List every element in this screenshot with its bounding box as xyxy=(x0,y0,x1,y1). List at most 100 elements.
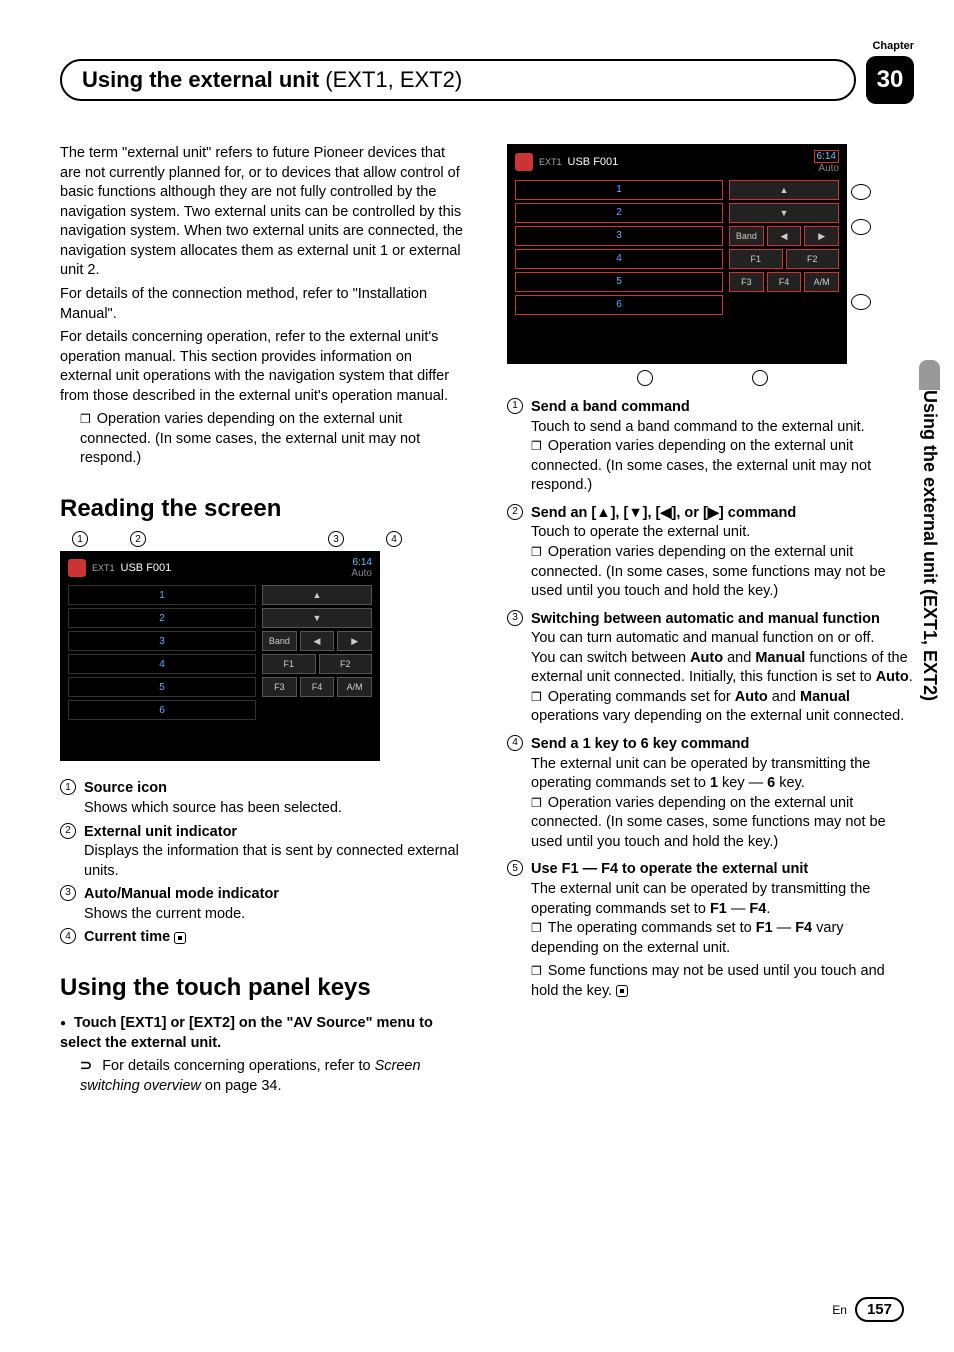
up-button-2[interactable]: ▲ xyxy=(729,180,839,200)
mode-display: Auto xyxy=(351,568,372,579)
f1-button-2[interactable]: F1 xyxy=(729,249,783,269)
f4-text: F4 xyxy=(749,901,766,917)
right-button-2[interactable]: ▶ xyxy=(804,226,839,246)
t4-title: Send a 1 key to 6 key command xyxy=(531,736,749,752)
callout-2: 2 xyxy=(130,531,146,547)
screenshot-2: EXT1 USB F001 6:14 Auto 1 2 3 4 5 xyxy=(507,144,847,364)
read-item-1: 1 Source iconShows which source has been… xyxy=(60,779,467,818)
t3n-b: operations vary depending on the externa… xyxy=(531,708,904,724)
key-6[interactable]: 6 xyxy=(68,700,256,720)
oper-text: For details concerning operation, refer … xyxy=(60,328,467,406)
f4-button-2[interactable]: F4 xyxy=(767,272,802,292)
ext-label-2: EXT1 xyxy=(539,156,562,168)
item1-desc: Shows which source has been selected. xyxy=(84,800,342,816)
read-item-4: 4 Current time xyxy=(60,928,467,948)
callout-top: 1 2 3 4 xyxy=(72,531,404,547)
lang-label: En xyxy=(832,1303,847,1317)
screenshot-1: EXT1 USB F001 6:14 Auto 1 2 3 4 5 xyxy=(60,551,380,761)
heading-reading: Reading the screen xyxy=(60,493,467,525)
source-icon-2 xyxy=(515,153,533,171)
callout-4: 4 xyxy=(386,531,402,547)
t2-note: Operation varies depending on the extern… xyxy=(531,543,914,602)
intro-text: The term "external unit" refers to futur… xyxy=(60,144,467,281)
chapter-number: 30 xyxy=(866,56,914,104)
auto-2: Auto xyxy=(876,669,909,685)
touch-item-5: 5 Use F1 — F4 to operate the external un… xyxy=(507,860,914,1005)
touch-item-3: 3 Switching between automatic and manual… xyxy=(507,610,914,731)
time-display-2: 6:14 xyxy=(814,150,839,163)
auto-1: Auto xyxy=(690,650,723,666)
item4-title: Current time xyxy=(84,929,170,945)
vertical-tab: Using the external unit (EXT1, EXT2) xyxy=(919,360,940,701)
auto-3: Auto xyxy=(735,689,768,705)
usb-label-2: USB F001 xyxy=(568,155,619,170)
am-button-2[interactable]: A/M xyxy=(804,272,839,292)
key-5[interactable]: 5 xyxy=(68,677,256,697)
read-item-2: 2 External unit indicatorDisplays the in… xyxy=(60,823,467,882)
t2-desc: Touch to operate the external unit. xyxy=(531,524,750,540)
t5-title: Use F1 — F4 to operate the external unit xyxy=(531,861,808,877)
key-6b[interactable]: 6 xyxy=(515,295,723,315)
am-button[interactable]: A/M xyxy=(337,677,372,697)
title-light: (EXT1, EXT2) xyxy=(325,67,462,92)
f2-button-2[interactable]: F2 xyxy=(786,249,840,269)
down-button-2[interactable]: ▼ xyxy=(729,203,839,223)
key-list: 1 2 3 4 5 6 xyxy=(68,585,256,723)
read-item-3: 3 Auto/Manual mode indicatorShows the cu… xyxy=(60,885,467,924)
f1-button[interactable]: F1 xyxy=(262,654,316,674)
t4-d2: key — xyxy=(718,775,767,791)
key-3[interactable]: 3 xyxy=(68,631,256,651)
up-button[interactable]: ▲ xyxy=(262,585,372,605)
manual-1: Manual xyxy=(755,650,805,666)
f4-text2: F4 xyxy=(795,920,812,936)
callout-b5: 5 xyxy=(752,370,768,386)
page-footer: En 157 xyxy=(832,1297,904,1322)
callout-r1: 1 xyxy=(851,184,871,200)
f2-button[interactable]: F2 xyxy=(319,654,373,674)
f3-button[interactable]: F3 xyxy=(262,677,297,697)
page-title: Using the external unit (EXT1, EXT2) xyxy=(60,59,856,101)
f1-text2: F1 xyxy=(756,920,773,936)
end-section-icon xyxy=(174,932,186,944)
details-ref: For details concerning operations, refer… xyxy=(80,1057,467,1096)
touch-step: Touch [EXT1] or [EXT2] on the "AV Source… xyxy=(60,1014,467,1053)
item2-desc: Displays the information that is sent by… xyxy=(84,843,459,879)
left-button[interactable]: ◀ xyxy=(300,631,335,651)
t5-d1: The external unit can be operated by tra… xyxy=(531,881,870,917)
key-2b[interactable]: 2 xyxy=(515,203,723,223)
t5n1a: The operating commands set to xyxy=(548,920,756,936)
key-1b[interactable]: 1 xyxy=(515,180,723,200)
callout-r3: 3 xyxy=(851,294,871,310)
heading-touch: Using the touch panel keys xyxy=(60,972,467,1004)
time-display: 6:14 xyxy=(351,557,372,568)
f4-button[interactable]: F4 xyxy=(300,677,335,697)
left-column: The term "external unit" refers to futur… xyxy=(60,144,467,1101)
one-key: 1 xyxy=(710,775,718,791)
key-3b[interactable]: 3 xyxy=(515,226,723,246)
callout-r2: 2 xyxy=(851,219,871,235)
t5-note1: The operating commands set to F1 — F4 va… xyxy=(531,919,914,958)
down-button[interactable]: ▼ xyxy=(262,608,372,628)
t3-desc2a: You can switch between xyxy=(531,650,690,666)
key-5b[interactable]: 5 xyxy=(515,272,723,292)
chapter-label: Chapter xyxy=(60,40,914,52)
item3-desc: Shows the current mode. xyxy=(84,906,245,922)
manual-2: Manual xyxy=(800,689,850,705)
callout-b4: 4 xyxy=(637,370,653,386)
title-bold: Using the external unit xyxy=(82,67,325,92)
key-1[interactable]: 1 xyxy=(68,585,256,605)
key-2[interactable]: 2 xyxy=(68,608,256,628)
right-button[interactable]: ▶ xyxy=(337,631,372,651)
key-4[interactable]: 4 xyxy=(68,654,256,674)
item2-title: External unit indicator xyxy=(84,824,237,840)
t5-d2: — xyxy=(727,901,750,917)
t5-note2: Some functions may not be used until you… xyxy=(531,962,914,1001)
band-button[interactable]: Band xyxy=(262,631,297,651)
t3n-a: Operating commands set for xyxy=(548,689,735,705)
f3-button-2[interactable]: F3 xyxy=(729,272,764,292)
page-title-row: Using the external unit (EXT1, EXT2) 30 xyxy=(60,56,914,104)
band-button-2[interactable]: Band xyxy=(729,226,764,246)
key-4b[interactable]: 4 xyxy=(515,249,723,269)
left-button-2[interactable]: ◀ xyxy=(767,226,802,246)
item3-title: Auto/Manual mode indicator xyxy=(84,886,279,902)
